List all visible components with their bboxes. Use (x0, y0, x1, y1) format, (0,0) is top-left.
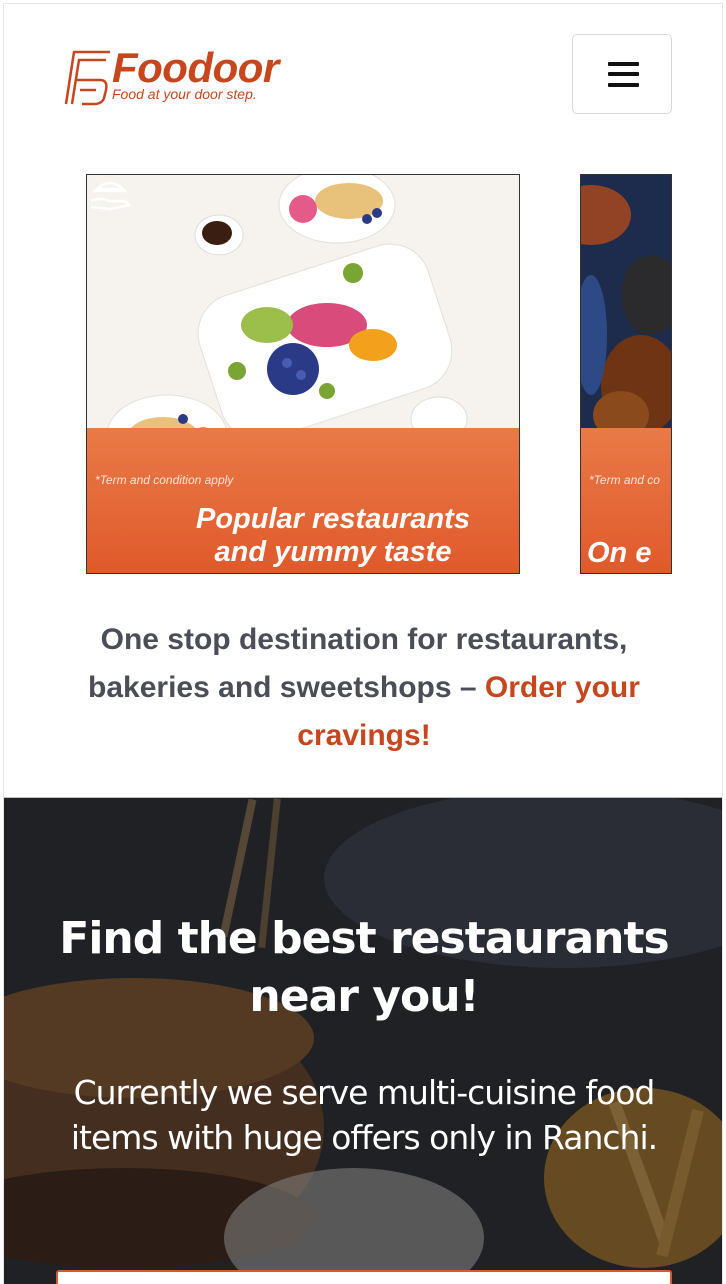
promo-title: Popular restaurants and yummy taste (196, 503, 470, 568)
page-frame: Foodoor Food at your door step. *Term an… (3, 3, 723, 1284)
hamburger-menu-button[interactable] (572, 34, 672, 114)
promo-terms: *Term and condition apply (95, 473, 234, 487)
site-tagline: One stop destination for restaurants, ba… (44, 616, 684, 760)
brand-tagline: Food at your door step. (112, 86, 257, 102)
hero-description: Currently we serve multi-cuisine food it… (70, 1073, 658, 1157)
serving-hand-icon (90, 181, 131, 211)
menu-bar (608, 83, 639, 87)
brand-name: Foodoor (112, 44, 279, 91)
hero-title: Find the best restaurants near you! (59, 913, 669, 1022)
menu-bar (608, 62, 639, 66)
site-header: Foodoor Food at your door step. (4, 4, 722, 154)
carousel-slide[interactable]: *Term and co On e (580, 174, 672, 574)
carousel-slide[interactable]: *Term and condition apply Popular restau… (86, 174, 520, 574)
brand-logo[interactable]: Foodoor Food at your door step. (60, 44, 300, 114)
hero-search-box[interactable] (56, 1270, 672, 1284)
foodoor-logo-icon (64, 50, 110, 106)
hero-overlay (4, 798, 722, 1284)
promo-terms: *Term and co (589, 473, 660, 487)
hero-section: Find the best restaurants near you! Curr… (4, 797, 722, 1284)
promo-carousel[interactable]: *Term and condition apply Popular restau… (4, 174, 722, 576)
promo-title: On e (587, 537, 652, 569)
menu-bar (608, 72, 639, 76)
